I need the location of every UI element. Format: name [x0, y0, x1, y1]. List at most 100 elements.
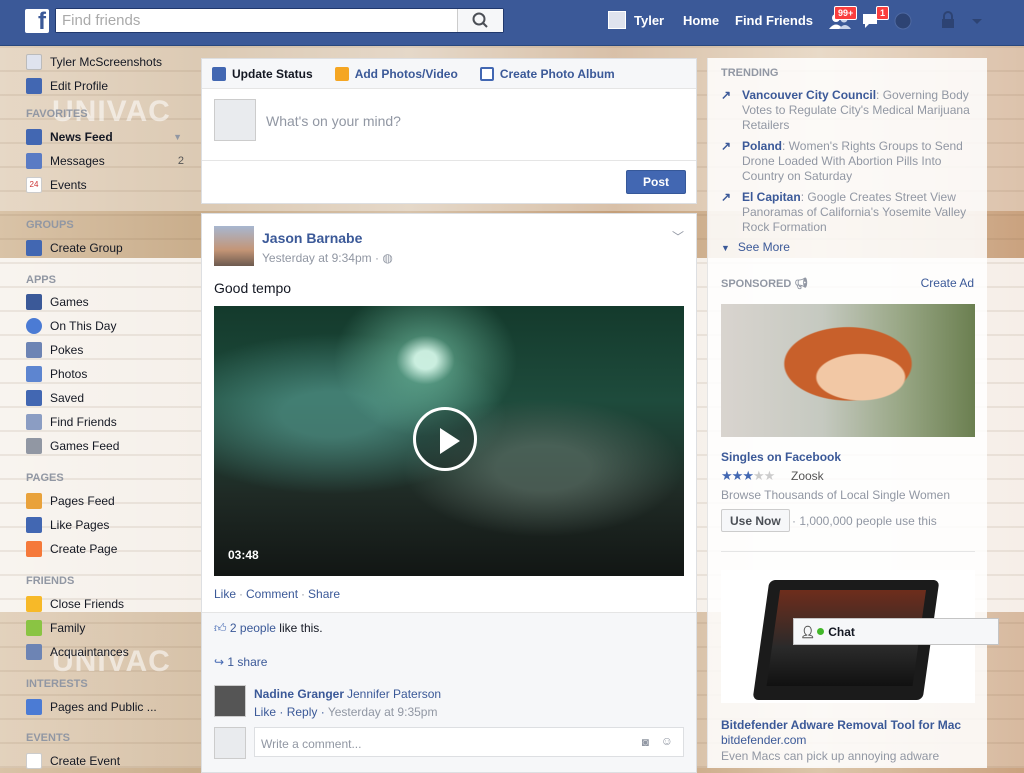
- sidebar-item-games-feed[interactable]: Games Feed: [26, 436, 196, 456]
- sidebar-item-label: Events: [50, 178, 87, 192]
- share-link[interactable]: Share: [308, 587, 340, 601]
- trending-item[interactable]: ↗ Vancouver City Council: Governing Body …: [721, 88, 976, 133]
- search-input[interactable]: [56, 9, 456, 32]
- chat-tab[interactable]: 👤︎ Chat: [793, 618, 999, 645]
- comment-like-link[interactable]: Like: [254, 705, 276, 719]
- sidebar-item-photos[interactable]: Photos: [26, 364, 196, 384]
- profile-link[interactable]: Tyler: [634, 13, 664, 28]
- comment-composer: Write a comment... ◙ ☺: [214, 727, 684, 759]
- sidebar-item-like-pages[interactable]: Like Pages: [26, 515, 196, 535]
- see-more-label: See More: [737, 240, 790, 254]
- trending-item[interactable]: ↗ El Capitan: Google Creates Street View …: [721, 190, 976, 235]
- sidebar-item-edit-profile[interactable]: Edit Profile: [26, 76, 196, 96]
- tab-add-photos[interactable]: Add Photos/Video: [334, 66, 458, 81]
- account-menu[interactable]: [967, 10, 991, 32]
- sidebar-item-create-page[interactable]: Create Page: [26, 539, 196, 559]
- trend-topic[interactable]: El Capitan: [742, 190, 801, 204]
- flag-icon: [26, 493, 42, 509]
- sidebar-item-acquaintances[interactable]: Acquaintances: [26, 642, 196, 662]
- ad-image-singles[interactable]: [721, 304, 975, 437]
- post-timestamp[interactable]: Yesterday at 9:34pm · ◍: [262, 251, 393, 265]
- tab-create-album[interactable]: Create Photo Album: [479, 66, 615, 81]
- tab-update-status[interactable]: Update Status: [212, 66, 313, 81]
- composer-body[interactable]: What's on your mind?: [202, 89, 696, 161]
- sidebar-item-news-feed[interactable]: News Feed ▼: [26, 127, 196, 147]
- trending-item[interactable]: ↗ Poland: Women's Rights Groups to Send D…: [721, 139, 976, 184]
- sidebar-item-pages-feed[interactable]: Pages Feed: [26, 491, 196, 511]
- pages-heading: PAGES: [26, 472, 64, 484]
- calendar-icon: 24: [26, 177, 42, 193]
- top-bar: f Tyler Home Find Friends 99+ 1: [0, 0, 1024, 46]
- story-options-chevron-icon[interactable]: ﹀: [672, 228, 684, 245]
- sidebar-item-saved[interactable]: Saved: [26, 388, 196, 408]
- comment-placeholder: Write a comment...: [261, 737, 362, 751]
- sidebar-item-events[interactable]: 24 Events: [26, 175, 196, 195]
- sidebar-item-close-friends[interactable]: Close Friends: [26, 594, 196, 614]
- see-more-link[interactable]: ▼ See More: [721, 240, 790, 254]
- ad-social-context: · 1,000,000 people use this: [792, 514, 937, 528]
- like-link[interactable]: Like: [214, 587, 236, 601]
- commenter-avatar[interactable]: [214, 685, 246, 717]
- online-dot: [817, 628, 825, 635]
- controller-icon: [26, 438, 42, 454]
- create-page-icon: [26, 541, 42, 557]
- ad-title-singles[interactable]: Singles on Facebook: [721, 450, 841, 464]
- caret-down-icon[interactable]: ▼: [173, 132, 182, 142]
- video-duration: 03:48: [228, 548, 259, 562]
- ad-title-bitdefender[interactable]: Bitdefender Adware Removal Tool for Mac: [721, 718, 961, 732]
- commenter-name[interactable]: Nadine Granger: [254, 687, 344, 701]
- comment-time[interactable]: Yesterday at 9:35pm: [328, 705, 438, 719]
- likes-summary: 👍︎ 2 people like this.: [214, 621, 323, 636]
- video-player[interactable]: 03:48: [214, 306, 684, 576]
- sidebar-item-games[interactable]: Games: [26, 292, 196, 312]
- facebook-logo[interactable]: f: [25, 8, 49, 35]
- trending-arrow-icon: ↗: [721, 139, 732, 153]
- shares-link[interactable]: 1 share: [227, 655, 267, 669]
- likers-link[interactable]: 2 people: [230, 621, 276, 635]
- games-icon: [26, 294, 42, 310]
- messages-jewel[interactable]: 1: [860, 6, 890, 32]
- ad-brand[interactable]: Zoosk: [791, 469, 824, 483]
- notifications-jewel[interactable]: [893, 10, 917, 32]
- find-friends-icon: [26, 414, 42, 430]
- play-icon[interactable]: [413, 407, 477, 471]
- sidebar-item-messages[interactable]: Messages 2: [26, 151, 196, 171]
- sidebar-item-profile[interactable]: Tyler McScreenshots: [26, 52, 196, 72]
- create-ad-link[interactable]: Create Ad: [921, 276, 974, 290]
- use-now-button[interactable]: Use Now: [721, 509, 790, 532]
- ad-description-2: Even Macs can pick up annoying adware: [721, 749, 940, 763]
- author-avatar[interactable]: [214, 226, 254, 266]
- ad-description: Browse Thousands of Local Single Women: [721, 488, 951, 502]
- sidebar-item-label: Tyler McScreenshots: [50, 55, 163, 69]
- sidebar-item-pokes[interactable]: Pokes: [26, 340, 196, 360]
- status-input[interactable]: What's on your mind?: [266, 113, 401, 129]
- search-button[interactable]: [457, 9, 503, 32]
- privacy-shortcuts[interactable]: [938, 10, 962, 32]
- user-avatar[interactable]: [608, 11, 626, 29]
- comment-text[interactable]: Jennifer Paterson: [347, 687, 441, 701]
- sidebar-item-pages-public[interactable]: Pages and Public ...: [26, 697, 196, 717]
- comment-input[interactable]: Write a comment... ◙ ☺: [254, 727, 684, 757]
- trend-topic[interactable]: Vancouver City Council: [742, 88, 876, 102]
- sidebar-item-create-event[interactable]: Create Event: [26, 751, 196, 771]
- emoji-icon[interactable]: ☺: [661, 734, 673, 748]
- sidebar-item-find-friends[interactable]: Find Friends: [26, 412, 196, 432]
- ad-domain[interactable]: bitdefender.com: [721, 733, 806, 747]
- sidebar-item-label: Acquaintances: [50, 645, 129, 659]
- trend-topic[interactable]: Poland: [742, 139, 782, 153]
- comment-reply-link[interactable]: Reply: [287, 705, 318, 719]
- find-friends-link[interactable]: Find Friends: [735, 13, 813, 28]
- post-button[interactable]: Post: [626, 170, 686, 194]
- sidebar-item-family[interactable]: Family: [26, 618, 196, 638]
- status-composer: Update Status Add Photos/Video Create Ph…: [201, 58, 697, 204]
- sidebar-item-create-group[interactable]: Create Group: [26, 238, 196, 258]
- friend-requests-jewel[interactable]: 99+: [828, 6, 858, 32]
- sidebar-item-label: News Feed: [50, 130, 113, 144]
- author-name[interactable]: Jason Barnabe: [262, 230, 362, 246]
- apps-heading: APPS: [26, 274, 56, 286]
- home-link[interactable]: Home: [683, 13, 719, 28]
- comment-link[interactable]: Comment: [246, 587, 298, 601]
- sidebar-item-on-this-day[interactable]: On This Day: [26, 316, 196, 336]
- sidebar-item-label: Create Event: [50, 754, 121, 768]
- camera-icon[interactable]: ◙: [642, 735, 649, 749]
